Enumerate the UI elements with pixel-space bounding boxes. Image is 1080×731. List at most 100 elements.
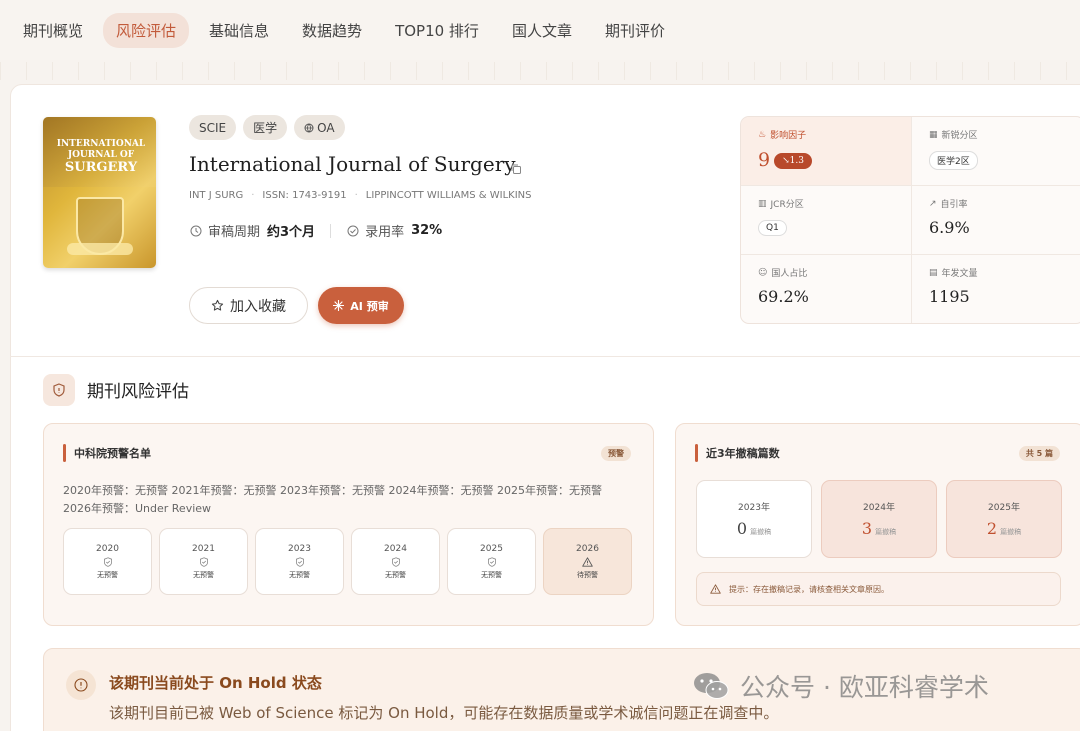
tab-data-trend[interactable]: 数据趋势 [289,13,375,48]
tab-cn-articles[interactable]: 国人文章 [499,13,585,48]
impact-change-badge: ↘1.3 [774,153,812,169]
shield-check-icon [487,556,496,567]
annual-value: 1195 [929,287,970,306]
warning-year: 2026 [576,543,599,554]
warning-year: 2021 [192,543,215,554]
clock-icon [189,224,203,238]
retraction-year-card: 2025年 2 篇撤稿 [946,480,1062,558]
warning-status: 待预警 [577,570,598,579]
add-favorite-button[interactable]: 加入收藏 [189,287,308,324]
journal-title: International Journal of Surgery [189,152,516,176]
journal-tags: SCIE 医学 OA [189,115,345,140]
warning-year: 2024 [384,543,407,554]
review-cycle-label: 审稿周期 [208,225,261,240]
tab-journal-overview[interactable]: 期刊概览 [10,13,96,48]
cover-line3: SURGERY [64,160,138,175]
retraction-count: 3 [861,519,873,538]
journal-issn: ISSN: 1743-9191 [262,190,347,201]
cas-warning-panel: 中科院预警名单 预警 2020年预警：无预警 2021年预警：无预警 2023年… [43,423,654,626]
tag-oa-label: OA [317,120,335,135]
ai-prereview-label: AI 预审 [350,299,389,313]
section-divider [10,356,1080,357]
metric-xinrui: ▦ 新锐分区 医学2区 [912,117,1080,186]
sparkle-icon [333,300,345,311]
risk-section-title: 期刊风险评估 [87,382,189,402]
warning-year: 2020 [96,543,119,554]
warning-years: 2020 无预警 2021 无预警 2023 无预警 2024 无预警 2025… [63,528,632,595]
xinrui-value: 医学2区 [929,151,978,170]
tag-field: 医学 [243,115,288,140]
cas-warning-header: 中科院预警名单 [63,444,151,462]
tab-basic-info[interactable]: 基础信息 [196,13,282,48]
shield-check-icon [391,556,400,567]
decorative-grid [0,62,1080,80]
metric-jcr: ▥ JCR分区 Q1 [741,186,912,255]
retraction-year: 2025年 [988,503,1020,513]
warning-status: 无预警 [193,570,214,579]
warning-summary-line1: 2020年预警：无预警 2021年预警：无预警 2023年预警：无预警 2024… [63,484,602,497]
impact-label: 影响因子 [770,131,807,141]
tag-oa: OA [294,115,345,140]
retraction-year: 2024年 [863,503,895,513]
journal-cover-image: INTERNATIONAL JOURNAL OF SURGERY [43,117,156,268]
alert-triangle-icon [710,584,721,594]
wechat-watermark: 公众号 · 欧亚科睿学术 [692,668,989,704]
jcr-value: Q1 [758,220,787,236]
shield-check-icon [103,556,112,567]
tab-top10[interactable]: TOP10 排行 [382,13,492,48]
trend-icon: ↗ [929,198,937,209]
flame-icon: ♨ [758,129,767,140]
tab-journal-review[interactable]: 期刊评价 [592,13,678,48]
cover-line1: INTERNATIONAL [56,139,146,149]
jcr-label: JCR分区 [770,200,804,210]
wechat-icon [694,673,729,699]
selfcite-label: 自引率 [940,200,968,210]
retraction-unit: 篇撤稿 [875,528,897,536]
warning-year-card: 2024 无预警 [351,528,440,595]
annual-label: 年发文量 [941,269,978,279]
warning-status: 无预警 [481,570,502,579]
warning-year: 2025 [480,543,503,554]
metric-annual-output: ▤ 年发文量 1195 [912,255,1080,323]
journal-abbr: INT J SURG [189,190,244,201]
cn-value: 69.2% [758,287,809,306]
selfcite-value: 6.9% [929,218,970,237]
tag-scie: SCIE [189,115,237,140]
top-nav: 期刊概览 风险评估 基础信息 数据趋势 TOP10 排行 国人文章 期刊评价 [0,0,1080,60]
warning-year-card: 2025 无预警 [447,528,536,595]
retraction-tip: 提示：存在撤稿记录，请核查相关文章原因。 [696,572,1061,606]
journal-meta: INT J SURG · ISSN: 1743-9191 · LIPPINCOT… [189,190,532,201]
cas-warning-title: 中科院预警名单 [74,447,151,460]
bar-chart-icon: ▥ [758,198,767,209]
check-circle-icon [346,224,360,238]
warning-status: 无预警 [289,570,310,579]
building-icon: ▦ [929,129,938,140]
ai-prereview-button[interactable]: AI 预审 [318,287,404,324]
retraction-year-card: 2023年 0 篇撤稿 [696,480,812,558]
cover-ribbon [67,243,133,255]
document-icon: ▤ [929,267,938,278]
retraction-unit: 篇撤稿 [750,528,772,536]
watermark-text: 公众号 · 欧亚科睿学术 [740,673,989,702]
shield-check-icon [199,556,208,567]
retraction-year: 2023年 [738,503,770,513]
cover-line2: JOURNAL OF [67,150,135,160]
shield-icon [43,374,75,406]
warning-year: 2023 [288,543,311,554]
retraction-years: 2023年 0 篇撤稿 2024年 3 篇撤稿 2025年 2 篇撤稿 [696,480,1062,558]
add-favorite-label: 加入收藏 [230,298,286,315]
stats-separator [330,223,332,238]
acceptance-value: 32% [411,223,443,238]
copy-icon[interactable] [510,163,522,175]
alert-triangle-icon [582,556,593,567]
warning-status: 无预警 [385,570,406,579]
warning-badge: 预警 [601,446,631,461]
tab-risk-assessment[interactable]: 风险评估 [103,12,190,48]
on-hold-description: 该期刊目前已被 Web of Science 标记为 On Hold，可能存在数… [109,704,779,722]
retraction-title: 近3年撤稿篇数 [706,447,780,460]
header-accent-bar [63,444,66,462]
on-hold-title: 该期刊当前处于 On Hold 状态 [109,674,322,692]
users-icon: ☺ [758,267,768,278]
warning-year-card: 2023 无预警 [255,528,344,595]
meta-dot: · [251,190,255,201]
